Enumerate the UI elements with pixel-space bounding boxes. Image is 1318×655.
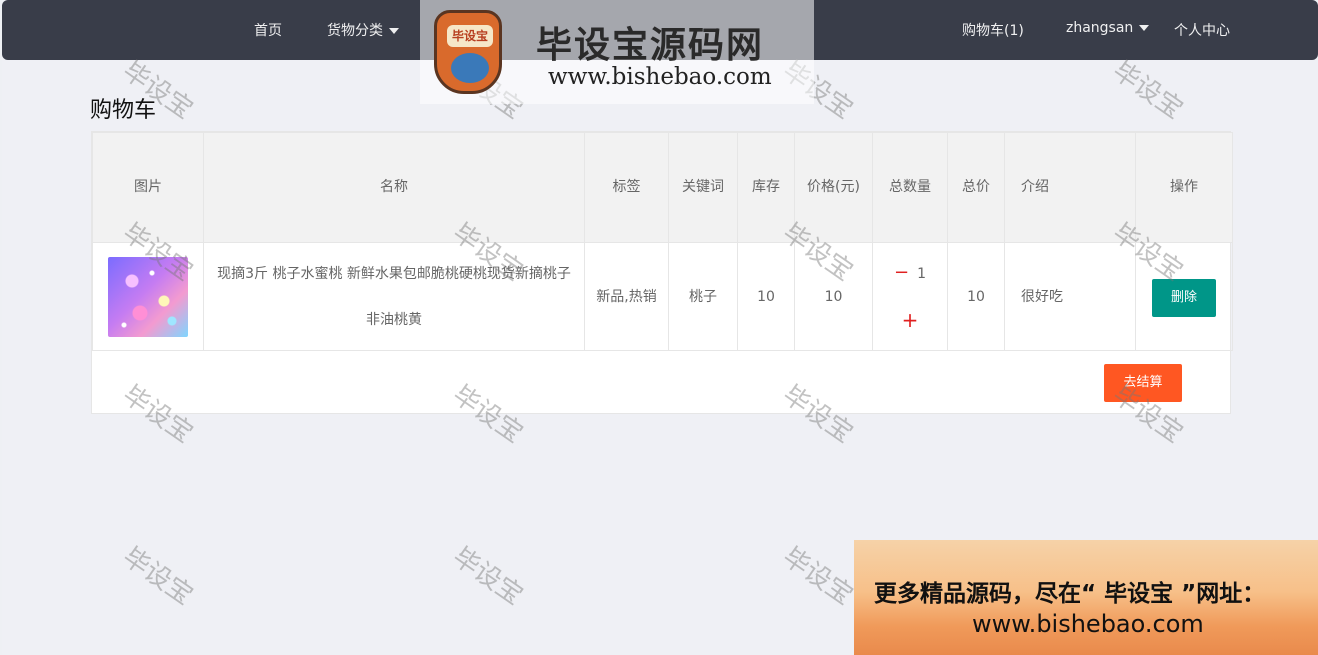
- nav-user-label: zhangsan: [1066, 20, 1134, 36]
- decrease-quantity-button[interactable]: −: [894, 262, 909, 283]
- chevron-down-icon: [389, 28, 399, 34]
- cell-total: 10: [947, 242, 1005, 351]
- cell-tag: 新品,热销: [584, 242, 669, 351]
- header-name: 名称: [203, 132, 585, 243]
- header-intro: 介绍: [1004, 132, 1136, 243]
- promo-banner: 更多精品源码，尽在“ 毕设宝 ”网址： www.bishebao.com: [854, 540, 1318, 655]
- header-price: 价格(元): [794, 132, 873, 243]
- promo-url: www.bishebao.com: [972, 610, 1204, 638]
- delete-button[interactable]: 删除: [1152, 278, 1216, 317]
- watermark: 毕设宝: [1107, 55, 1189, 126]
- header-tag: 标签: [584, 132, 669, 243]
- cell-name: 现摘3斤 桃子水蜜桃 新鲜水果包邮脆桃硬桃现货新摘桃子非油桃黄: [203, 242, 585, 351]
- header-total: 总价: [947, 132, 1005, 243]
- page-title: 购物车: [90, 98, 157, 123]
- cart-table-container: 图片 名称 标签 关键词 库存 价格(元) 总数量 总价 介绍 操作 现摘3斤 …: [91, 131, 1233, 414]
- app-frame: 首页 货物分类 购物车(1) zhangsan 个人中心 购物车 图片 名称 标…: [2, 0, 1318, 655]
- increase-quantity-button[interactable]: +: [881, 297, 939, 343]
- nav-profile[interactable]: 个人中心: [1174, 20, 1230, 40]
- nav-cart[interactable]: 购物车(1): [962, 20, 1024, 40]
- site-logo-overlay: 毕设宝 毕设宝源码网 www.bishebao.com: [420, 0, 814, 104]
- nav-home[interactable]: 首页: [254, 20, 282, 40]
- cell-price: 10: [794, 242, 873, 351]
- cart-table: 图片 名称 标签 关键词 库存 价格(元) 总数量 总价 介绍 操作 现摘3斤 …: [92, 132, 1233, 351]
- cell-quantity: −1 +: [872, 242, 948, 351]
- nav-category-label: 货物分类: [327, 23, 383, 39]
- nav-user[interactable]: zhangsan: [1066, 20, 1150, 36]
- cell-intro: 很好吃: [1004, 242, 1136, 351]
- watermark: 毕设宝: [777, 541, 859, 612]
- cell-stock: 10: [737, 242, 795, 351]
- header-image: 图片: [92, 132, 204, 243]
- checkout-button[interactable]: 去结算: [1104, 364, 1182, 402]
- cell-image: [92, 242, 204, 351]
- logo-url: www.bishebao.com: [548, 64, 772, 90]
- cell-keyword: 桃子: [668, 242, 738, 351]
- logo-emblem-icon: 毕设宝: [434, 10, 502, 94]
- header-stock: 库存: [737, 132, 795, 243]
- header-action: 操作: [1135, 132, 1233, 243]
- header-keyword: 关键词: [668, 132, 738, 243]
- promo-text: 更多精品源码，尽在“ 毕设宝 ”网址：: [874, 581, 1266, 607]
- table-header-row: 图片 名称 标签 关键词 库存 价格(元) 总数量 总价 介绍 操作: [92, 132, 1233, 243]
- logo-name: 毕设宝源码网: [536, 25, 765, 66]
- chevron-down-icon: [1139, 25, 1150, 31]
- product-thumbnail[interactable]: [108, 256, 188, 337]
- watermark: 毕设宝: [117, 541, 199, 612]
- logo-face-icon: [451, 53, 489, 83]
- nav-category[interactable]: 货物分类: [327, 20, 399, 40]
- quantity-stepper: −1: [881, 250, 939, 297]
- logo-badge: 毕设宝: [447, 25, 493, 47]
- cell-action: 删除: [1135, 242, 1233, 351]
- quantity-value: 1: [917, 266, 926, 282]
- header-quantity: 总数量: [872, 132, 948, 243]
- table-row: 现摘3斤 桃子水蜜桃 新鲜水果包邮脆桃硬桃现货新摘桃子非油桃黄 新品,热销 桃子…: [92, 242, 1233, 351]
- watermark: 毕设宝: [447, 541, 529, 612]
